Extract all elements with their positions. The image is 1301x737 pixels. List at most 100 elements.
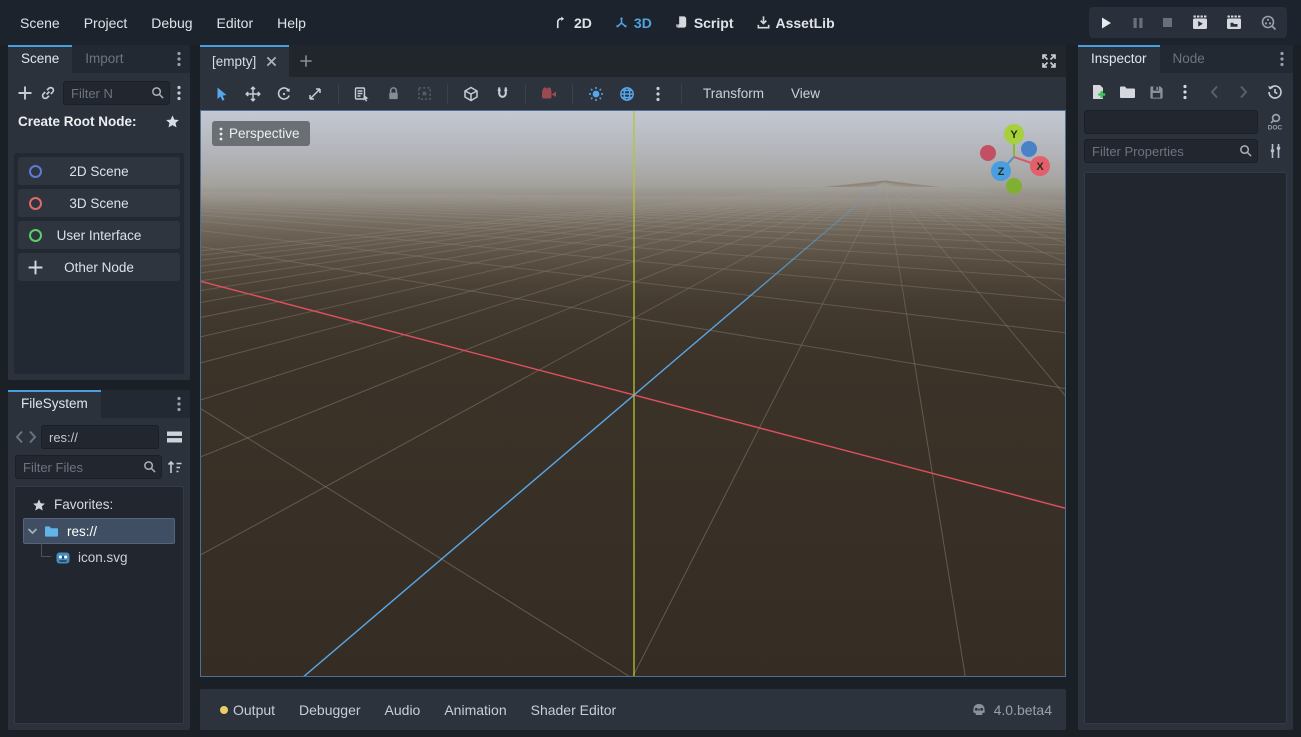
play-custom-scene-button[interactable]	[1226, 15, 1242, 30]
history-forward-icon[interactable]	[1231, 80, 1255, 104]
load-resource-icon[interactable]	[1115, 80, 1139, 104]
list-select-icon[interactable]	[350, 82, 374, 106]
menu-debug[interactable]: Debug	[139, 9, 204, 37]
3d-viewport[interactable]	[200, 110, 1066, 677]
perspective-menu-button[interactable]: Perspective	[212, 121, 310, 146]
tab-filesystem[interactable]: FileSystem	[8, 390, 101, 418]
inspector-dock: Inspector Node	[1078, 45, 1293, 730]
gizmo-neg-y-ball[interactable]	[1006, 178, 1022, 194]
group-icon[interactable]	[412, 82, 436, 106]
inspector-menu-icon[interactable]	[1271, 45, 1293, 73]
workspace-2d-button[interactable]: 2D	[548, 11, 598, 35]
new-resource-icon[interactable]	[1086, 80, 1110, 104]
create-2d-scene-button[interactable]: 2D Scene	[18, 157, 180, 185]
tree-item-iconsvg[interactable]: icon.svg	[15, 545, 183, 570]
lock-icon[interactable]	[381, 82, 405, 106]
scene-dock-tabs: Scene Import	[8, 45, 190, 73]
play-button[interactable]	[1099, 16, 1113, 30]
save-resource-icon[interactable]	[1144, 80, 1168, 104]
transform-menu[interactable]: Transform	[693, 86, 774, 101]
chevron-down-icon[interactable]	[27, 527, 38, 535]
preview-camera-icon[interactable]	[537, 82, 561, 106]
property-tools-icon[interactable]	[1263, 139, 1287, 163]
filesystem-menu-icon[interactable]	[168, 390, 190, 418]
open-docs-icon[interactable]: DOC	[1263, 110, 1287, 134]
history-back-icon[interactable]	[1202, 80, 1226, 104]
resource-extra-icon[interactable]	[1173, 80, 1197, 104]
shader-editor-button[interactable]: Shader Editor	[521, 698, 627, 722]
move-mode-icon[interactable]	[241, 82, 265, 106]
debugger-button[interactable]: Debugger	[289, 698, 371, 722]
gizmo-y-label: Y	[1010, 129, 1018, 141]
tree-item-res[interactable]: res://	[23, 518, 175, 544]
gizmo-neg-z-ball[interactable]	[1021, 141, 1037, 157]
menu-project[interactable]: Project	[72, 9, 140, 37]
plus-icon	[27, 259, 44, 276]
inspector-properties-area[interactable]	[1084, 172, 1287, 724]
nav-back-icon[interactable]	[15, 430, 24, 444]
workspace-script-button[interactable]: Script	[668, 11, 740, 35]
resource-name-field[interactable]	[1084, 110, 1258, 134]
script-workspace-icon	[674, 15, 689, 30]
bottom-panel-bar: Output Debugger Audio Animation Shader E…	[200, 689, 1066, 730]
version-label: 4.0.beta4	[994, 702, 1052, 718]
stop-button[interactable]	[1162, 17, 1173, 28]
scale-mode-icon[interactable]	[303, 82, 327, 106]
inspector-filter-input[interactable]	[1084, 139, 1258, 163]
animation-button[interactable]: Animation	[434, 698, 516, 722]
menu-help[interactable]: Help	[265, 9, 318, 37]
close-icon[interactable]	[266, 56, 277, 67]
tab-node[interactable]: Node	[1160, 45, 1218, 73]
menu-scene[interactable]: Scene	[8, 9, 72, 37]
object-history-icon[interactable]	[1263, 80, 1287, 104]
view-options-icon[interactable]	[646, 82, 670, 106]
preview-sunlight-icon[interactable]	[584, 82, 608, 106]
rotate-mode-icon[interactable]	[272, 82, 296, 106]
select-mode-icon[interactable]	[210, 82, 234, 106]
create-root-options: 2D Scene 3D Scene User Interface Other N…	[14, 153, 184, 374]
sky	[201, 111, 1065, 189]
nav-forward-icon[interactable]	[28, 430, 37, 444]
view-menu[interactable]: View	[781, 86, 830, 101]
add-node-button[interactable]	[17, 85, 33, 101]
distraction-free-icon[interactable]	[1032, 45, 1066, 77]
fs-filter-input[interactable]	[15, 455, 162, 479]
scene-tab-empty[interactable]: [empty]	[200, 45, 289, 77]
scene-tree-menu-icon[interactable]	[177, 85, 181, 101]
menu-editor[interactable]: Editor	[205, 9, 266, 37]
tab-scene[interactable]: Scene	[8, 45, 72, 73]
play-scene-button[interactable]	[1192, 15, 1208, 30]
sort-files-icon[interactable]	[167, 460, 183, 475]
filesystem-tree: Favorites: res:// icon.svg	[14, 486, 184, 724]
tab-import[interactable]: Import	[72, 45, 136, 73]
filesystem-tabs: FileSystem	[8, 390, 190, 418]
create-user-interface-button[interactable]: User Interface	[18, 221, 180, 249]
pause-button[interactable]	[1132, 17, 1144, 29]
filesystem-dock: FileSystem	[8, 390, 190, 730]
new-scene-tab-button[interactable]	[289, 45, 323, 77]
create-root-row: Create Root Node:	[8, 111, 190, 137]
2d-workspace-icon	[554, 15, 569, 30]
tree-guide	[41, 542, 51, 557]
output-button[interactable]: Output	[210, 698, 285, 722]
create-other-node-button[interactable]: Other Node	[18, 253, 180, 281]
movie-maker-mode-button[interactable]	[1261, 15, 1277, 31]
fs-path-input[interactable]	[41, 425, 159, 449]
scene-tab-strip: [empty]	[200, 45, 1066, 77]
preview-environment-icon[interactable]	[615, 82, 639, 106]
instance-scene-button[interactable]	[40, 85, 56, 101]
workspace-3d-button[interactable]: 3D	[608, 11, 658, 35]
gizmo-neg-x-ball[interactable]	[980, 145, 996, 161]
local-space-icon[interactable]	[459, 82, 483, 106]
split-mode-icon[interactable]	[163, 430, 183, 444]
create-root-label: Create Root Node:	[18, 114, 165, 129]
menu-bar: Scene Project Debug Editor Help 2D 3D Sc…	[0, 0, 1301, 45]
tab-inspector[interactable]: Inspector	[1078, 45, 1160, 73]
audio-button[interactable]: Audio	[375, 698, 431, 722]
favorites-star-icon[interactable]	[165, 114, 180, 129]
scene-dock-menu-icon[interactable]	[168, 45, 190, 73]
workspace-assetlib-button[interactable]: AssetLib	[750, 11, 841, 35]
snap-icon[interactable]	[490, 82, 514, 106]
axis-gizmo[interactable]: Y X Z	[974, 117, 1054, 197]
create-3d-scene-button[interactable]: 3D Scene	[18, 189, 180, 217]
